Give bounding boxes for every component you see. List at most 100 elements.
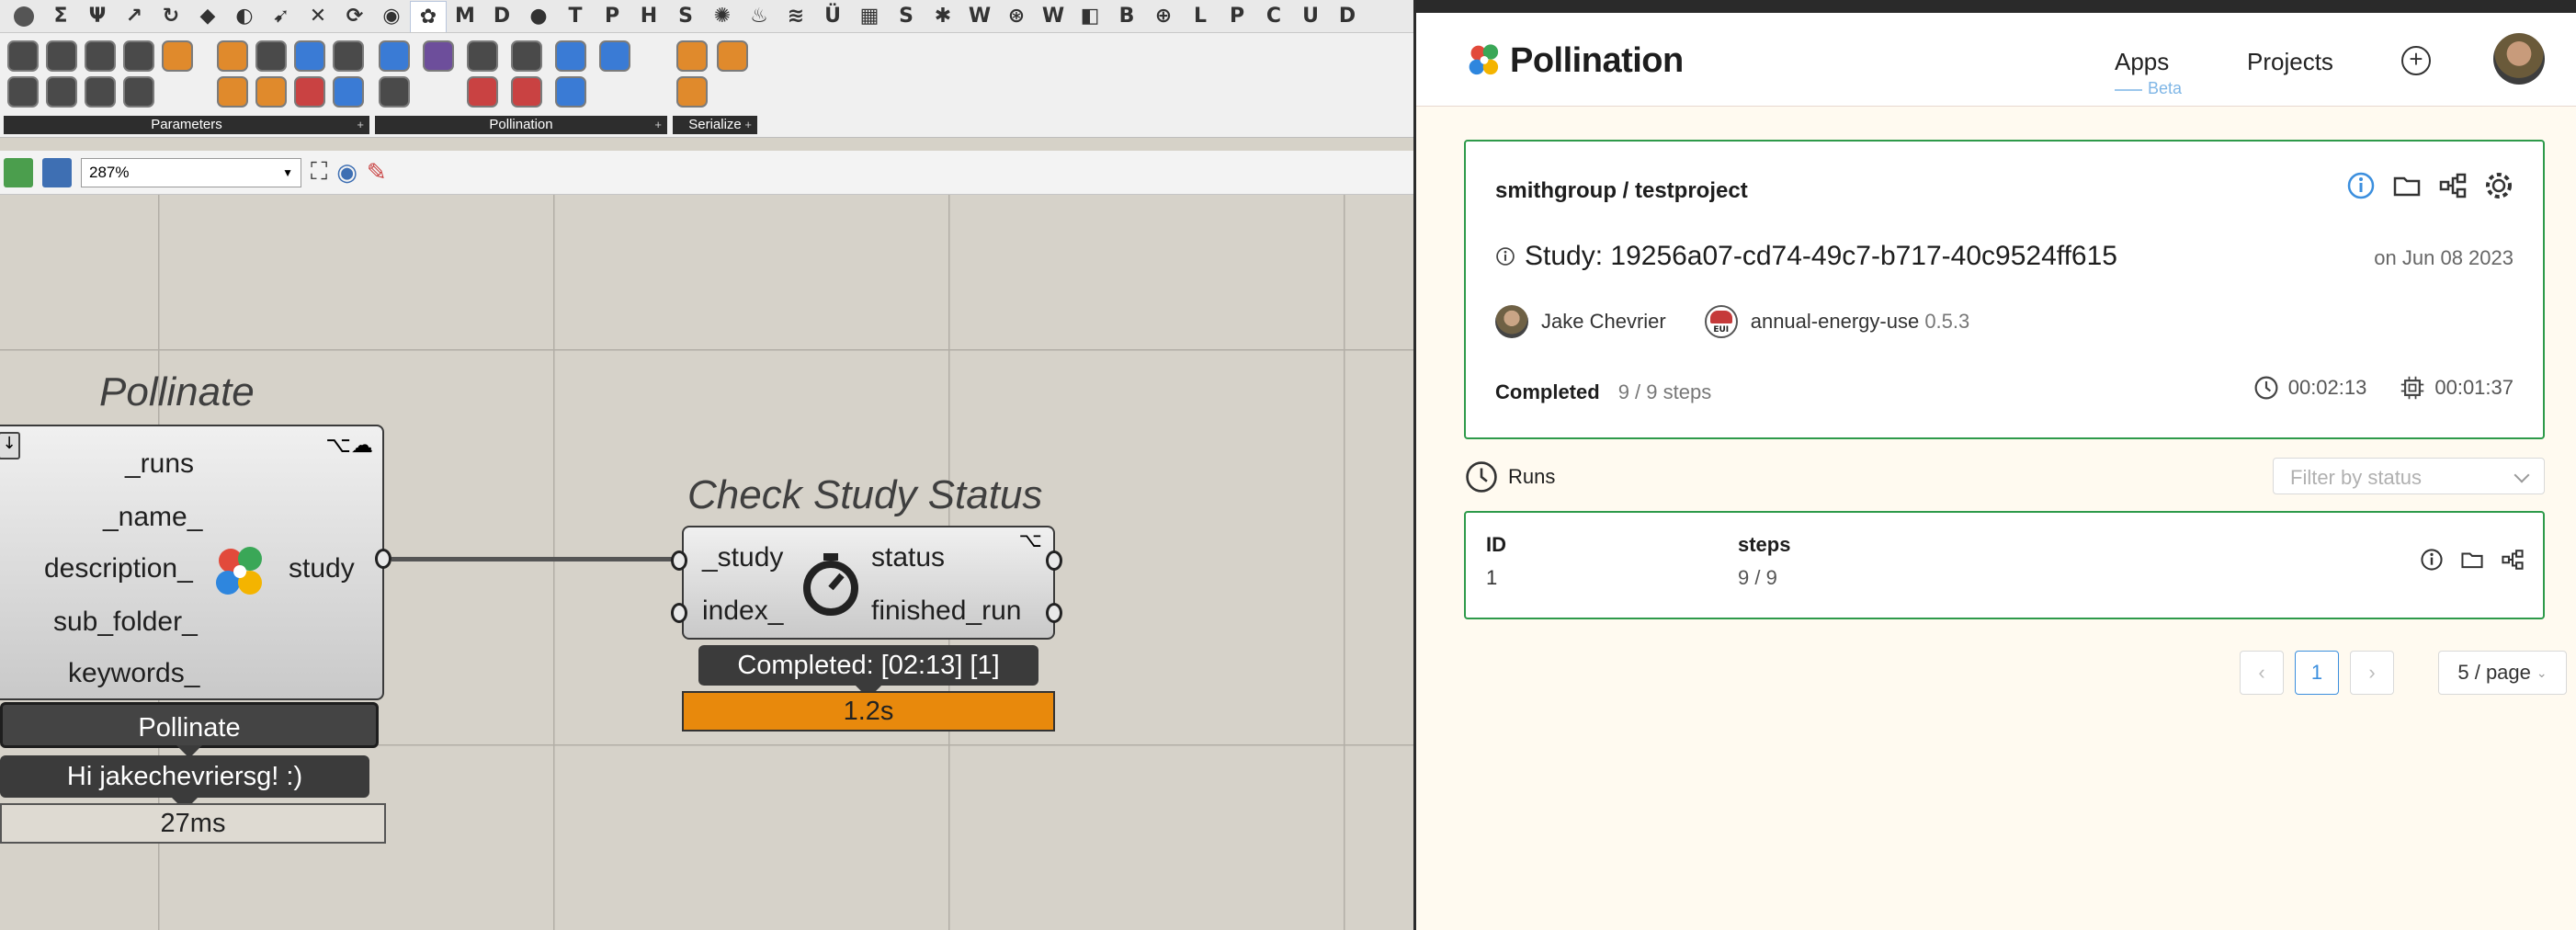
input-description[interactable]: description_	[44, 553, 193, 584]
save-file-icon[interactable]	[42, 157, 72, 187]
tab-eye[interactable]: ◉	[373, 3, 410, 30]
page-size-select[interactable]: 5 / page ⌄	[2438, 651, 2567, 695]
owner-project-link[interactable]: smithgroup / testproject	[1495, 178, 1748, 204]
param-icon[interactable]	[333, 40, 364, 72]
open-file-icon[interactable]	[4, 157, 33, 187]
input-keywords[interactable]: keywords_	[68, 658, 199, 689]
param-icon[interactable]	[217, 40, 248, 72]
param-icon[interactable]	[123, 40, 154, 72]
tab-d2[interactable]: D	[1329, 3, 1366, 30]
tab-surface[interactable]: ◆	[189, 3, 226, 30]
input-knob-study[interactable]	[671, 550, 687, 571]
page-1-button[interactable]: 1	[2295, 651, 2339, 695]
param-icon[interactable]	[85, 76, 116, 108]
param-icon[interactable]	[255, 76, 287, 108]
output-knob[interactable]	[375, 549, 392, 569]
nav-apps[interactable]: Apps	[2115, 48, 2169, 76]
tab-circle[interactable]: ⊕	[1145, 3, 1182, 30]
status-filter-select[interactable]: Filter by status	[2273, 458, 2545, 494]
tab-gear[interactable]: ✺	[704, 3, 741, 30]
tab-maths[interactable]: Σ	[42, 3, 79, 30]
tab-vector[interactable]: ↗	[116, 3, 153, 30]
tab-leaf[interactable]: ✱	[925, 3, 961, 30]
tab-mesh[interactable]: ◐	[226, 3, 263, 30]
grasshopper-canvas[interactable]: Pollinate ↓ ⌥☁ _runs _name_ description_…	[0, 195, 1413, 930]
tab-ladybug[interactable]: ●	[520, 3, 557, 30]
tab-pollination[interactable]: ✿	[410, 0, 447, 32]
param-icon[interactable]	[123, 76, 154, 108]
results-icon[interactable]	[511, 76, 542, 108]
tab-u[interactable]: Ü	[814, 3, 851, 30]
pollinate-icon[interactable]	[423, 40, 454, 72]
param-icon[interactable]	[7, 40, 39, 72]
workflow-icon[interactable]	[2438, 171, 2468, 200]
input-arrow-icon[interactable]: ↓	[0, 432, 20, 459]
tab-display[interactable]: ⟳	[336, 3, 373, 30]
search-study-icon[interactable]	[555, 76, 586, 108]
tab-s2[interactable]: S	[888, 3, 925, 30]
tab-t[interactable]: T	[557, 3, 594, 30]
tab-icon-1[interactable]	[6, 3, 42, 30]
zoom-select[interactable]: 287% ▼	[81, 157, 301, 187]
param-icon[interactable]	[46, 76, 77, 108]
prev-page-button[interactable]: ‹	[2240, 651, 2284, 695]
tab-target[interactable]: ⊛	[998, 3, 1035, 30]
next-page-button[interactable]: ›	[2350, 651, 2394, 695]
output-status[interactable]: status	[871, 542, 945, 573]
gem-icon[interactable]	[676, 40, 708, 72]
input-runs[interactable]: _runs	[125, 448, 194, 480]
add-button[interactable]: +	[2401, 46, 2431, 75]
input-sub-folder[interactable]: sub_folder_	[53, 607, 198, 638]
avatar[interactable]	[2493, 33, 2545, 85]
input-index[interactable]: index_	[702, 595, 783, 627]
pollinate-node[interactable]: ↓ ⌥☁ _runs _name_ description_ sub_folde…	[0, 425, 384, 700]
tab-l[interactable]: L	[1182, 3, 1219, 30]
inp-icon[interactable]	[717, 40, 748, 72]
tab-square[interactable]: ◧	[1072, 3, 1108, 30]
tab-d[interactable]: D	[483, 3, 520, 30]
param-icon[interactable]	[85, 40, 116, 72]
input-knob-index[interactable]	[671, 603, 687, 623]
sketch-pen-icon[interactable]: ✎	[367, 159, 387, 187]
tab-curve[interactable]: ↻	[153, 3, 189, 30]
gear-icon[interactable]	[2484, 171, 2514, 200]
folder-icon[interactable]	[2392, 171, 2422, 200]
input-name[interactable]: _name_	[103, 502, 202, 533]
preview-eye-icon[interactable]: ◉	[336, 159, 357, 187]
tab-sets[interactable]: Ψ	[79, 3, 116, 30]
param-icon[interactable]	[294, 76, 325, 108]
idm-icon[interactable]	[676, 76, 708, 108]
pollination-logo[interactable]: Pollination	[1464, 40, 1684, 81]
tab-wave[interactable]: ≋	[777, 3, 814, 30]
tab-s[interactable]: S	[667, 3, 704, 30]
add-project-icon[interactable]	[555, 40, 586, 72]
settings-sliders-icon[interactable]	[379, 76, 410, 108]
output-knob-finished-run[interactable]	[1046, 603, 1062, 623]
info-icon[interactable]	[2420, 548, 2444, 572]
tab-w2[interactable]: W	[1035, 3, 1072, 30]
info-icon[interactable]	[2346, 171, 2376, 200]
nav-projects[interactable]: Projects	[2247, 48, 2333, 76]
tab-h[interactable]: H	[630, 3, 667, 30]
tab-p[interactable]: P	[594, 3, 630, 30]
tab-intersect[interactable]: ➹	[263, 3, 300, 30]
pollinate-button[interactable]: Pollinate	[0, 702, 379, 758]
output-finished-run[interactable]: finished_run	[871, 595, 1021, 627]
tab-b[interactable]: B	[1108, 3, 1145, 30]
param-icon[interactable]	[7, 76, 39, 108]
list-icon[interactable]	[467, 76, 498, 108]
tab-c[interactable]: C	[1255, 3, 1292, 30]
tab-u2[interactable]: U	[1292, 3, 1329, 30]
cloud-icon[interactable]	[599, 40, 630, 72]
param-icon[interactable]	[333, 76, 364, 108]
zoom-extents-icon[interactable]: ⛶	[311, 158, 327, 187]
run-id[interactable]: 1	[1486, 566, 1497, 590]
pollination-tool-icon[interactable]	[379, 40, 410, 72]
param-icon[interactable]	[46, 40, 77, 72]
tab-m[interactable]: M	[447, 3, 483, 30]
param-icon[interactable]	[217, 76, 248, 108]
check-status-icon[interactable]	[511, 40, 542, 72]
check-study-status-node[interactable]: ⌥ _study index_ status finished_run	[682, 526, 1055, 640]
output-study[interactable]: study	[289, 553, 355, 584]
tab-transform[interactable]: ✕	[300, 3, 336, 30]
